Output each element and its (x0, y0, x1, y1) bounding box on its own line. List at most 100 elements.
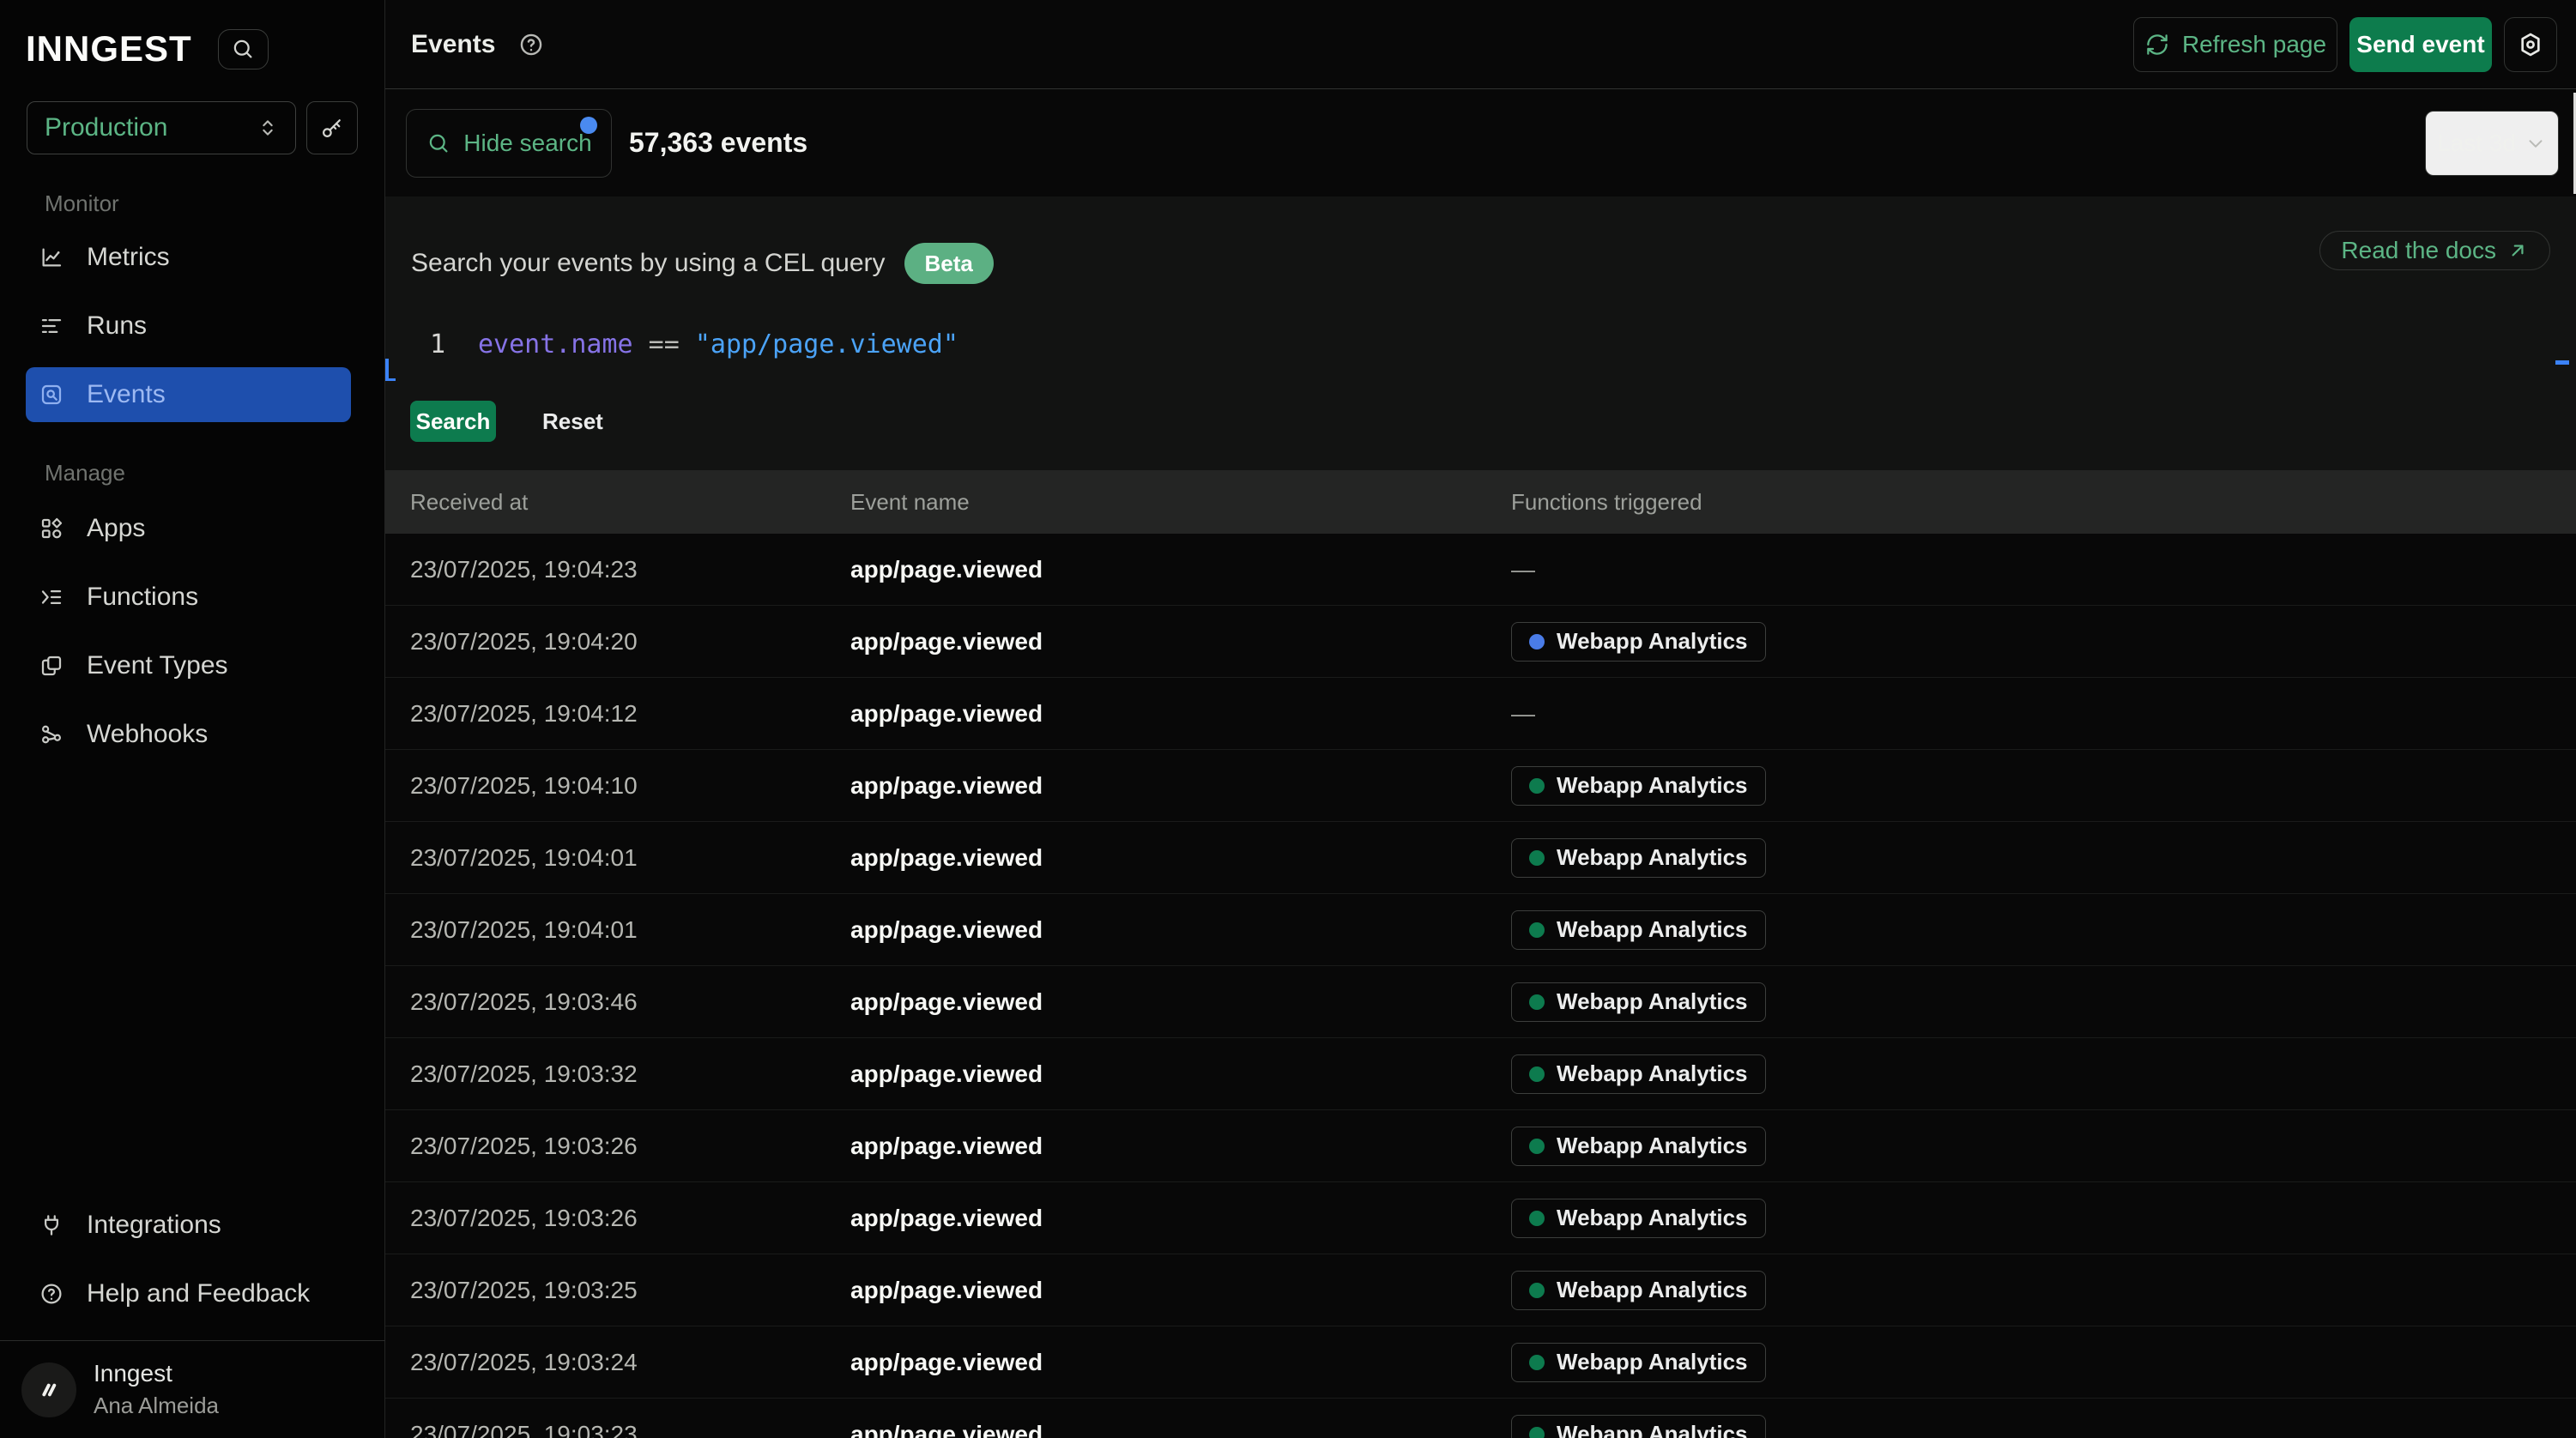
functions-triggered-cell: Webapp Analytics (1511, 1343, 2576, 1382)
sidebar-item-runs[interactable]: Runs (26, 299, 351, 353)
event-name-cell: app/page.viewed (850, 1421, 1511, 1438)
received-at-cell: 23/07/2025, 19:03:46 (410, 988, 850, 1016)
inngest-mark-icon (33, 1375, 64, 1405)
functions-triggered-cell: Webapp Analytics (1511, 1054, 2576, 1094)
table-row[interactable]: 23/07/2025, 19:04:20app/page.viewedWebap… (385, 606, 2576, 678)
received-at-cell: 23/07/2025, 19:04:23 (410, 556, 850, 583)
inngest-logo: INNGEST (26, 28, 192, 69)
sidebar-item-webhooks[interactable]: Webhooks (26, 707, 351, 762)
table-row[interactable]: 23/07/2025, 19:03:26app/page.viewedWebap… (385, 1110, 2576, 1182)
sidebar-item-label: Events (87, 380, 166, 409)
function-badge[interactable]: Webapp Analytics (1511, 1127, 1766, 1166)
sidebar-item-label: Functions (87, 583, 198, 612)
search-button[interactable]: Search (410, 401, 496, 442)
received-at-cell: 23/07/2025, 19:04:12 (410, 700, 850, 728)
received-at-cell: 23/07/2025, 19:04:01 (410, 844, 850, 872)
functions-triggered-cell: Webapp Analytics (1511, 622, 2576, 662)
runs-icon (39, 313, 64, 339)
refresh-page-button[interactable]: Refresh page (2133, 17, 2337, 72)
function-badge[interactable]: Webapp Analytics (1511, 982, 1766, 1022)
function-badge[interactable]: Webapp Analytics (1511, 622, 1766, 662)
section-label-manage: Manage (45, 460, 125, 486)
event-name-cell: app/page.viewed (850, 1060, 1511, 1088)
sidebar-item-label: Integrations (87, 1211, 221, 1240)
function-name: Webapp Analytics (1557, 1205, 1748, 1231)
function-badge[interactable]: Webapp Analytics (1511, 766, 1766, 806)
function-name: Webapp Analytics (1557, 1277, 1748, 1303)
nav-footer: Integrations Help and Feedback (26, 1198, 351, 1335)
sidebar-item-functions[interactable]: Functions (26, 570, 351, 625)
table-row[interactable]: 23/07/2025, 19:03:46app/page.viewedWebap… (385, 966, 2576, 1038)
search-icon (230, 36, 256, 62)
function-badge[interactable]: Webapp Analytics (1511, 838, 1766, 878)
functions-triggered-cell: Webapp Analytics (1511, 766, 2576, 806)
nav-monitor: Metrics Runs Events (26, 230, 351, 436)
function-badge[interactable]: Webapp Analytics (1511, 1415, 1766, 1438)
page-help-icon[interactable] (517, 31, 545, 58)
gear-icon (2517, 31, 2544, 58)
function-status-dot (1529, 1427, 1545, 1438)
sidebar-item-integrations[interactable]: Integrations (26, 1198, 351, 1253)
code-ident: event.name (478, 329, 633, 360)
editor-selection-mark-left (385, 359, 396, 381)
table-row[interactable]: 23/07/2025, 19:04:23app/page.viewed— (385, 534, 2576, 606)
event-name-cell: app/page.viewed (850, 772, 1511, 800)
editor-scroll-mark-right (2555, 360, 2569, 365)
account-menu[interactable]: Inngest Ana Almeida (21, 1360, 219, 1419)
function-status-dot (1529, 1211, 1545, 1226)
table-row[interactable]: 23/07/2025, 19:04:01app/page.viewedWebap… (385, 894, 2576, 966)
manage-keys-button[interactable] (306, 101, 358, 154)
table-row[interactable]: 23/07/2025, 19:04:12app/page.viewed— (385, 678, 2576, 750)
sidebar-divider (0, 1340, 385, 1341)
send-event-button[interactable]: Send event (2349, 17, 2492, 72)
sidebar-item-help-and-feedback[interactable]: Help and Feedback (26, 1266, 351, 1321)
reset-button[interactable]: Reset (542, 408, 603, 435)
sidebar-search-button[interactable] (218, 29, 269, 69)
settings-button[interactable] (2504, 17, 2557, 72)
received-at-cell: 23/07/2025, 19:03:25 (410, 1277, 850, 1304)
environment-select[interactable]: Production (27, 101, 296, 154)
event-name-cell: app/page.viewed (850, 700, 1511, 728)
events-table-body: 23/07/2025, 19:04:23app/page.viewed—23/0… (385, 534, 2576, 1438)
received-at-cell: 23/07/2025, 19:03:23 (410, 1421, 850, 1438)
function-status-dot (1529, 1066, 1545, 1082)
time-range-select[interactable]: Last 3d (2425, 111, 2559, 176)
hide-search-label: Hide search (463, 130, 591, 157)
table-row[interactable]: 23/07/2025, 19:04:10app/page.viewedWebap… (385, 750, 2576, 822)
table-row[interactable]: 23/07/2025, 19:03:25app/page.viewedWebap… (385, 1254, 2576, 1326)
hide-search-button[interactable]: Hide search (406, 109, 612, 178)
environment-row: Production (27, 101, 358, 154)
table-row[interactable]: 23/07/2025, 19:04:01app/page.viewedWebap… (385, 822, 2576, 894)
cel-query-editor[interactable]: 1 event.name == "app/page.viewed" (385, 320, 2576, 368)
nav-manage: Apps Functions Event Types Webhooks (26, 501, 351, 776)
events-toolbar: Hide search 57,363 events Last 3d (385, 89, 2576, 196)
query-panel-label: Search your events by using a CEL query (411, 249, 886, 278)
table-row[interactable]: 23/07/2025, 19:03:32app/page.viewedWebap… (385, 1038, 2576, 1110)
sidebar-item-label: Webhooks (87, 720, 208, 749)
query-actions: Search Reset (410, 401, 603, 442)
read-the-docs-button[interactable]: Read the docs (2319, 231, 2550, 270)
function-badge[interactable]: Webapp Analytics (1511, 1271, 1766, 1310)
function-badge[interactable]: Webapp Analytics (1511, 1343, 1766, 1382)
function-badge[interactable]: Webapp Analytics (1511, 910, 1766, 950)
function-status-dot (1529, 778, 1545, 794)
code-operator: == (633, 329, 695, 360)
sidebar-item-event-types[interactable]: Event Types (26, 638, 351, 693)
sidebar-item-events[interactable]: Events (26, 367, 351, 422)
function-status-dot (1529, 922, 1545, 938)
table-row[interactable]: 23/07/2025, 19:03:26app/page.viewedWebap… (385, 1182, 2576, 1254)
function-status-dot (1529, 1283, 1545, 1298)
table-row[interactable]: 23/07/2025, 19:03:23app/page.viewedWebap… (385, 1399, 2576, 1438)
page-title: Events (411, 30, 495, 59)
event-types-icon (39, 653, 64, 679)
function-badge[interactable]: Webapp Analytics (1511, 1054, 1766, 1094)
chevron-down-icon (2525, 132, 2547, 154)
sidebar-item-apps[interactable]: Apps (26, 501, 351, 556)
webhooks-icon (39, 722, 64, 747)
function-badge[interactable]: Webapp Analytics (1511, 1199, 1766, 1238)
line-number: 1 (385, 329, 445, 360)
table-row[interactable]: 23/07/2025, 19:03:24app/page.viewedWebap… (385, 1326, 2576, 1399)
functions-triggered-cell: Webapp Analytics (1511, 982, 2576, 1022)
sidebar-item-label: Help and Feedback (87, 1279, 310, 1308)
sidebar-item-metrics[interactable]: Metrics (26, 230, 351, 285)
